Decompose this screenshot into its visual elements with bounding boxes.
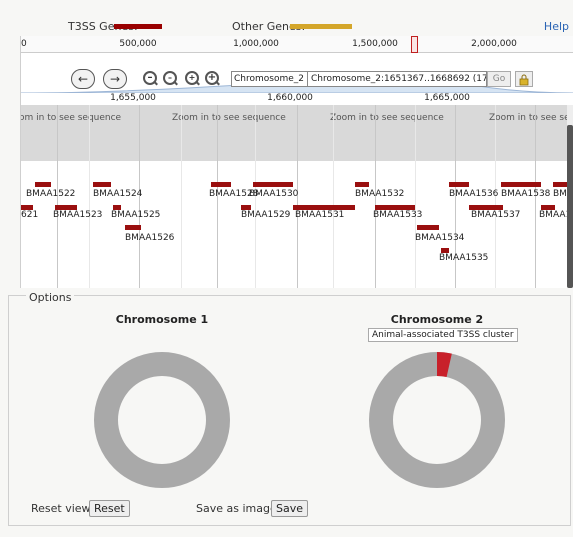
other-legend-swatch — [290, 24, 352, 29]
gene-label: BMAA1538 — [501, 189, 551, 199]
gene-label: BMAA1524 — [93, 189, 143, 199]
overview-viewport-marker[interactable] — [411, 36, 418, 53]
chromosome-2-title: Chromosome 2 — [390, 313, 484, 326]
sequence-placeholder: om in to see sequence — [20, 113, 122, 123]
gene-track-area[interactable]: om in to see sequence Zoom in to see seq… — [20, 105, 573, 288]
gene-feature[interactable] — [93, 182, 111, 187]
chromosome-select[interactable]: Chromosome_2 ▾ — [231, 71, 315, 87]
chromosome-1-donut[interactable] — [82, 340, 242, 500]
save-button[interactable]: Save — [271, 500, 309, 517]
chromosome-select-value: Chromosome_2 — [234, 74, 304, 84]
reset-button[interactable]: Reset — [89, 500, 130, 517]
navigation-bar: ← → – – + + Chromosome_2 ▾ Chromosome_2:… — [21, 53, 573, 93]
back-arrow-icon[interactable]: ← — [71, 69, 95, 89]
gene-label: BMAA1533 — [373, 210, 423, 220]
scrollbar-thumb[interactable] — [567, 125, 573, 288]
zoom-out-small-icon[interactable]: – — [163, 71, 178, 86]
location-input[interactable]: Chromosome_2:1651367..1668692 (17.33 Kb) — [307, 71, 487, 87]
forward-arrow-icon[interactable]: → — [103, 69, 127, 89]
overview-tick: 2,000,000 — [471, 39, 517, 49]
gene-label: BMAA1536 — [449, 189, 499, 199]
gene-feature[interactable] — [35, 182, 51, 187]
chromosome-1-title: Chromosome 1 — [115, 313, 209, 326]
lock-icon[interactable] — [515, 71, 533, 87]
gene-label: BMAA1529 — [241, 210, 291, 220]
ruler-tick: 1,660,000 — [267, 93, 313, 103]
slice-tooltip: Animal-associated T3SS cluster — [368, 328, 518, 342]
gene-label: BM — [553, 189, 567, 199]
gene-label: BMAA1525 — [111, 210, 161, 220]
gene-label: 621 — [21, 210, 39, 220]
gene-label: BMAA1534 — [415, 233, 465, 243]
ruler-tick: 1,665,000 — [424, 93, 470, 103]
ruler-tick: 1,655,000 — [110, 93, 156, 103]
zoom-in-large-icon[interactable]: + — [205, 71, 220, 86]
gene-label: BMAA1535 — [439, 253, 489, 263]
overview-ruler[interactable]: 0 500,000 1,000,000 1,500,000 2,000,000 — [21, 36, 573, 53]
gene-label: BMAA1523 — [53, 210, 103, 220]
chromosome-2-ring[interactable] — [369, 352, 505, 488]
gene-feature[interactable] — [501, 182, 541, 187]
gene-label: BMAA1522 — [26, 189, 76, 199]
gene-feature[interactable] — [125, 225, 141, 230]
overview-tick: 0 — [21, 39, 27, 49]
gene-feature[interactable] — [253, 182, 293, 187]
sequence-placeholder: Zoom in to see sequence — [172, 113, 286, 123]
grid-line — [415, 105, 416, 288]
t3ss-legend-swatch — [114, 24, 162, 29]
gene-feature[interactable] — [449, 182, 469, 187]
gene-label: BMAA1531 — [295, 210, 345, 220]
genome-browser: 0 500,000 1,000,000 1,500,000 2,000,000 … — [20, 36, 573, 288]
gene-label: BMAA1532 — [355, 189, 405, 199]
options-legend: Options — [26, 291, 75, 304]
gene-feature[interactable] — [417, 225, 439, 230]
chromosome-1-ring[interactable] — [94, 352, 230, 488]
grid-line — [181, 105, 182, 288]
overview-tick: 500,000 — [119, 39, 157, 49]
track-scrollbar[interactable] — [567, 105, 573, 288]
sequence-placeholder: Zoom in to see sequence — [489, 113, 573, 123]
gene-label: BMAA1530 — [249, 189, 299, 199]
chromosome-2-donut[interactable] — [357, 340, 517, 500]
grid-line — [333, 105, 334, 288]
gene-feature[interactable] — [553, 182, 567, 187]
help-link[interactable]: Help — [544, 20, 569, 33]
zoom-out-large-icon[interactable]: – — [143, 71, 158, 86]
grid-line — [89, 105, 90, 288]
overview-tick: 1,500,000 — [352, 39, 398, 49]
sequence-placeholder: Zoom in to see sequence — [330, 113, 444, 123]
gene-label: BMAA1537 — [471, 210, 521, 220]
overview-tick: 1,000,000 — [233, 39, 279, 49]
zoom-in-small-icon[interactable]: + — [185, 71, 200, 86]
gene-feature[interactable] — [355, 182, 369, 187]
reset-view-label: Reset view: — [31, 502, 94, 515]
gene-label: BMAA1526 — [125, 233, 175, 243]
gene-feature[interactable] — [211, 182, 231, 187]
go-button[interactable]: Go — [487, 71, 511, 87]
save-image-label: Save as image: — [196, 502, 281, 515]
